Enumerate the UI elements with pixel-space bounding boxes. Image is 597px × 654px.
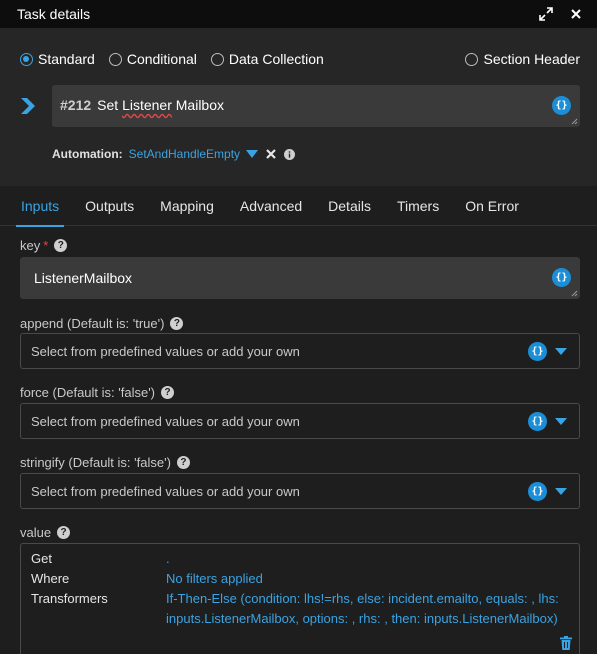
append-select[interactable]: Select from predefined values or add you… (20, 333, 580, 369)
task-number: #212 (60, 97, 92, 113)
radio-section-header-label: Section Header (483, 51, 580, 67)
tab-timers[interactable]: Timers (384, 186, 452, 226)
transformers-value[interactable]: If-Then-Else (condition: lhs!=rhs, else:… (166, 589, 576, 629)
where-value[interactable]: No filters applied (166, 569, 576, 589)
tab-on-error[interactable]: On Error (452, 186, 532, 226)
braces-icon[interactable]: {} (552, 268, 571, 287)
tab-mapping[interactable]: Mapping (147, 186, 227, 226)
caret-down-icon[interactable] (555, 348, 567, 355)
append-placeholder: Select from predefined values or add you… (31, 344, 300, 359)
braces-icon[interactable]: {} (528, 342, 547, 361)
radio-section-header[interactable]: Section Header (465, 51, 580, 67)
window-title: Task details (17, 6, 91, 22)
force-field-label: force (Default is: 'false') ? (20, 385, 175, 400)
required-mark: * (43, 238, 49, 253)
help-icon[interactable]: ? (170, 317, 184, 330)
key-label: key (20, 238, 41, 253)
caret-down-icon[interactable] (555, 488, 567, 495)
get-label: Get (31, 551, 52, 566)
clear-icon[interactable] (266, 149, 276, 159)
where-label: Where (31, 571, 70, 586)
title-bar: Task details (0, 0, 597, 28)
automation-value[interactable]: SetAndHandleEmpty (129, 147, 240, 161)
task-type-radio-group: Standard Conditional Data Collection Sec… (20, 49, 580, 69)
trash-icon[interactable] (560, 636, 572, 650)
task-header-section: Standard Conditional Data Collection Sec… (0, 28, 597, 186)
value-label: value (20, 525, 52, 540)
radio-data-collection-label: Data Collection (228, 51, 324, 67)
force-select[interactable]: Select from predefined values or add you… (20, 403, 580, 439)
task-name-prefix: Set (97, 97, 123, 113)
get-value[interactable]: . (166, 549, 576, 569)
radio-selected-indicator (20, 52, 33, 66)
tab-details[interactable]: Details (315, 186, 384, 226)
key-input[interactable]: ListenerMailbox {} (20, 257, 580, 299)
help-icon[interactable]: ? (161, 386, 175, 399)
append-field-label: append (Default is: 'true') ? (20, 316, 184, 331)
radio-indicator (210, 52, 224, 66)
key-field-label: key * ? (20, 238, 68, 253)
resize-grip-icon[interactable] (571, 290, 578, 297)
radio-conditional[interactable]: Conditional (108, 51, 197, 67)
radio-conditional-label: Conditional (126, 51, 197, 67)
stringify-select[interactable]: Select from predefined values or add you… (20, 473, 580, 509)
resize-grip-icon[interactable] (571, 118, 578, 125)
chevron-right-icon[interactable] (20, 97, 36, 115)
stringify-placeholder: Select from predefined values or add you… (31, 484, 300, 499)
help-icon[interactable]: ? (54, 239, 68, 252)
tab-advanced[interactable]: Advanced (227, 186, 315, 226)
transformers-label: Transformers (31, 591, 108, 606)
task-name-input[interactable]: #212 Set Listener Mailbox {} (52, 85, 580, 127)
radio-standard-label: Standard (38, 51, 95, 67)
braces-icon[interactable]: {} (528, 482, 547, 501)
braces-icon[interactable]: {} (552, 96, 571, 115)
stringify-label: stringify (Default is: 'false') (20, 455, 171, 470)
task-name-suffix: Mailbox (171, 97, 225, 113)
task-name-spellcheck-word: Listener (122, 97, 172, 113)
radio-indicator (108, 52, 122, 66)
expand-icon[interactable] (537, 5, 555, 23)
automation-row: Automation: SetAndHandleEmpty (52, 145, 303, 163)
help-icon[interactable]: ? (57, 526, 71, 539)
automation-label: Automation: (52, 147, 123, 161)
force-label: force (Default is: 'false') (20, 385, 156, 400)
info-icon[interactable] (284, 148, 296, 160)
value-editor[interactable]: Get . Where No filters applied Transform… (20, 543, 580, 654)
caret-down-icon[interactable] (246, 150, 259, 158)
help-icon[interactable]: ? (176, 456, 190, 469)
radio-data-collection[interactable]: Data Collection (210, 51, 324, 67)
value-field-label: value ? (20, 525, 71, 540)
caret-down-icon[interactable] (555, 418, 567, 425)
force-placeholder: Select from predefined values or add you… (31, 414, 300, 429)
radio-indicator (465, 52, 479, 66)
key-value: ListenerMailbox (34, 270, 133, 286)
tab-outputs[interactable]: Outputs (72, 186, 147, 226)
stringify-field-label: stringify (Default is: 'false') ? (20, 455, 190, 470)
tab-bar: Inputs Outputs Mapping Advanced Details … (0, 186, 597, 227)
braces-icon[interactable]: {} (528, 412, 547, 431)
append-label: append (Default is: 'true') (20, 316, 165, 331)
close-icon[interactable] (567, 5, 585, 23)
tab-inputs[interactable]: Inputs (8, 186, 72, 227)
radio-standard[interactable]: Standard (20, 51, 95, 67)
